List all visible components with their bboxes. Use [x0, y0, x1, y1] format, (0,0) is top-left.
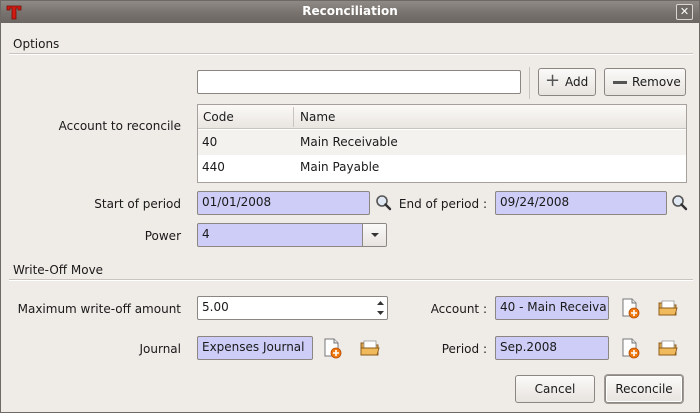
start-of-period-field[interactable]: 01/01/2008 — [197, 191, 370, 215]
open-folder-icon[interactable] — [359, 337, 381, 359]
period-label: Period : — [441, 342, 487, 356]
minus-icon — [613, 81, 627, 84]
title-bar[interactable]: Reconciliation ✕ — [1, 1, 699, 23]
end-of-period-field[interactable]: 09/24/2008 — [495, 191, 667, 215]
row-name: Main Receivable — [300, 135, 398, 149]
column-divider — [293, 107, 294, 127]
open-folder-icon[interactable] — [657, 337, 679, 359]
add-button-label: Add — [565, 75, 589, 89]
table-row[interactable]: 40 Main Receivable — [198, 130, 686, 155]
account-search-input[interactable] — [197, 70, 521, 94]
column-code[interactable]: Code — [203, 110, 234, 124]
remove-button[interactable]: Remove — [604, 68, 686, 96]
chevron-down-icon[interactable] — [362, 224, 386, 246]
power-select[interactable]: 4 — [197, 223, 387, 247]
new-record-icon[interactable] — [619, 337, 641, 359]
account-list[interactable]: Code Name 40 Main Receivable 440 Main Pa… — [197, 104, 687, 183]
add-button[interactable]: + Add — [538, 68, 596, 96]
writeoff-section-title: Write-Off Move — [13, 263, 104, 277]
search-icon[interactable] — [669, 192, 691, 214]
table-row[interactable]: 440 Main Payable — [198, 155, 686, 180]
open-folder-icon[interactable] — [657, 297, 679, 319]
power-label: Power — [144, 229, 181, 243]
journal-label: Journal — [139, 342, 181, 356]
row-code: 40 — [202, 135, 218, 149]
end-of-period-label: End of period : — [398, 197, 487, 211]
column-name[interactable]: Name — [300, 110, 335, 124]
account-label: Account : — [430, 302, 487, 316]
reconcile-button[interactable]: Reconcile — [605, 375, 683, 403]
account-field[interactable]: 40 - Main Receiva — [495, 296, 609, 320]
account-list-header: Code Name — [198, 105, 686, 129]
reconciliation-dialog: Reconciliation ✕ Options + Add Remove Ac… — [0, 0, 700, 413]
toolbar-divider — [529, 67, 530, 99]
account-to-reconcile-label: Account to reconcile — [58, 119, 181, 133]
new-record-icon[interactable] — [619, 297, 641, 319]
max-writeoff-spinner[interactable]: 5.00 — [197, 296, 388, 320]
window-title: Reconciliation — [302, 4, 398, 18]
writeoff-divider — [9, 279, 693, 281]
journal-field[interactable]: Expenses Journal — [197, 336, 313, 360]
max-writeoff-label: Maximum write-off amount — [17, 302, 181, 316]
new-record-icon[interactable] — [321, 337, 343, 359]
remove-button-label: Remove — [632, 75, 681, 89]
max-writeoff-value: 5.00 — [202, 300, 229, 314]
period-field[interactable]: Sep.2008 — [495, 336, 609, 360]
close-icon[interactable]: ✕ — [676, 4, 693, 20]
row-code: 440 — [202, 160, 225, 174]
cancel-button[interactable]: Cancel — [515, 375, 595, 403]
options-section-title: Options — [13, 37, 60, 51]
plus-icon: + — [545, 70, 561, 91]
options-divider — [9, 53, 693, 55]
start-of-period-label: Start of period — [94, 197, 181, 211]
row-name: Main Payable — [300, 160, 380, 174]
power-value: 4 — [202, 227, 210, 241]
